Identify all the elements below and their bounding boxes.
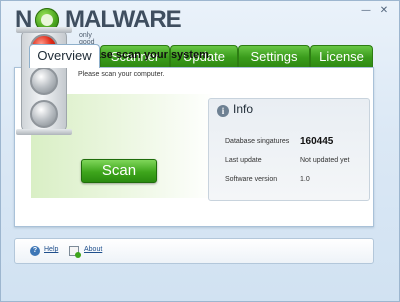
about-link[interactable]: About [84,246,102,253]
minimize-button[interactable]: — [359,5,373,17]
info-header: i Info [209,99,369,123]
software-version-label: Software version [225,176,278,183]
logo-wordmark: MALWARE [65,6,182,33]
close-button[interactable]: ✕ [377,5,391,17]
tab-overview[interactable]: Overview [29,44,100,68]
about-icon[interactable] [69,246,81,258]
last-update-label: Last update [225,157,262,164]
info-box: i Info Database singatures 160445 Last u… [208,98,370,201]
scan-button[interactable]: Scan [81,159,157,183]
help-link[interactable]: Help [44,246,58,253]
app-window: — ✕ N MALWARE only good ware Overview Sc… [0,0,400,302]
software-version-value: 1.0 [300,176,310,183]
footer-bar: ? Help About [14,238,374,264]
tab-settings[interactable]: Settings [238,45,310,67]
db-signatures-value: 160445 [300,136,334,147]
green-light-off-icon [30,100,58,128]
last-update-value: Not updated yet [300,157,350,164]
scan-subtitle: Please scan your computer. [78,71,165,78]
info-icon: i [217,105,229,117]
db-signatures-label: Database singatures [225,138,290,145]
help-icon[interactable]: ? [30,246,40,256]
info-title: Info [233,102,254,116]
tab-license[interactable]: License [310,45,373,67]
yellow-light-off-icon [30,67,58,95]
